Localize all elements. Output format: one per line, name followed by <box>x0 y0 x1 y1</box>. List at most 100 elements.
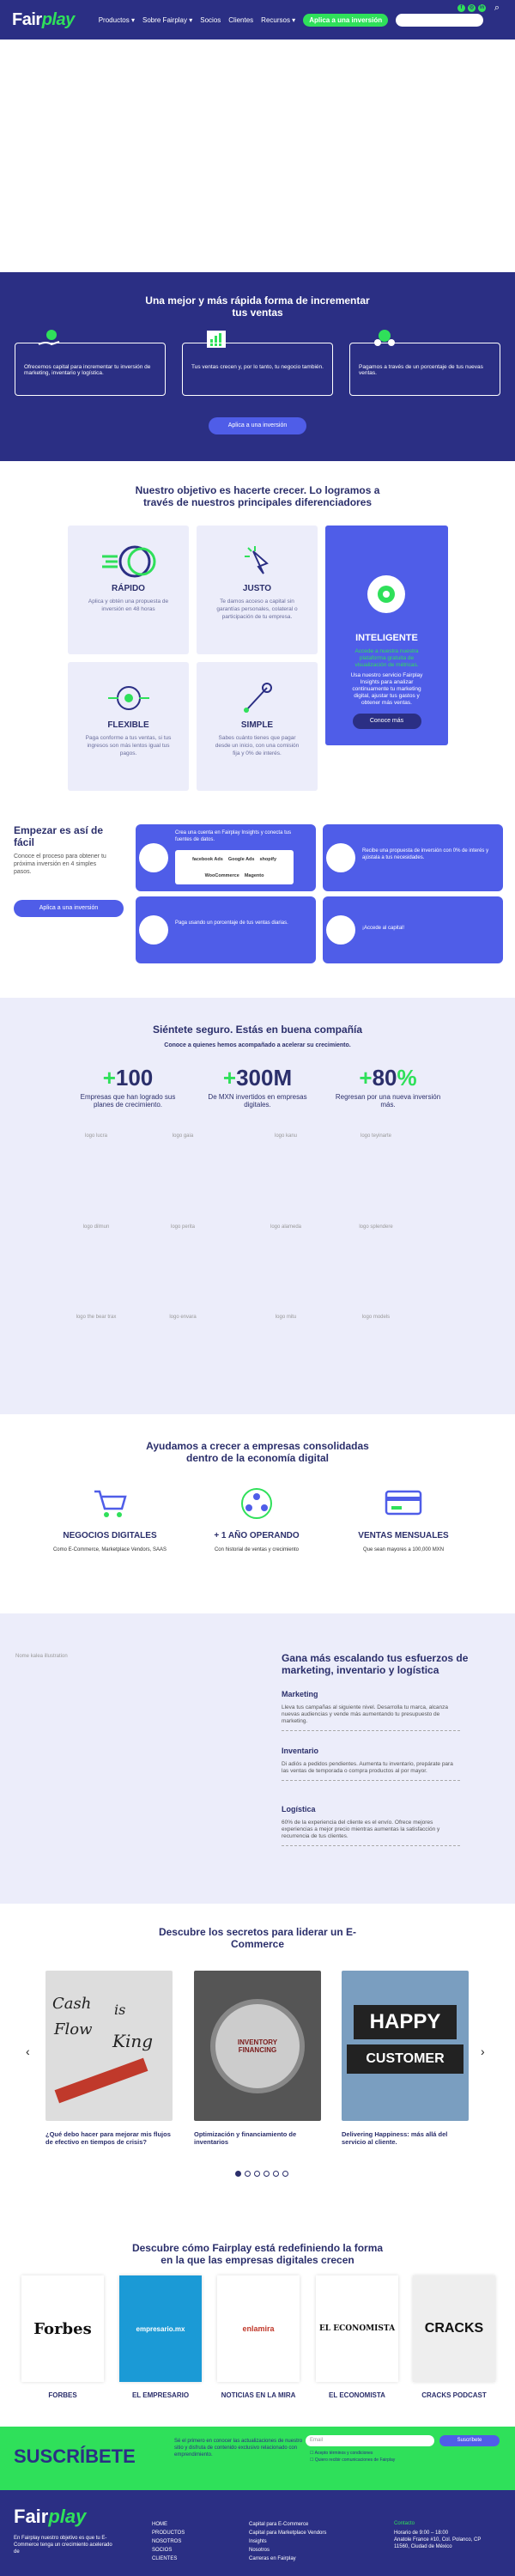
footer-link[interactable]: SOCIOS <box>152 2546 185 2555</box>
footer-link[interactable]: HOME <box>152 2520 185 2529</box>
blog-post[interactable]: Cash Flow is King ¿Qué debo hacer para m… <box>45 1971 173 2146</box>
carousel-dot[interactable] <box>264 2171 270 2177</box>
document-icon <box>326 843 355 872</box>
benefits-title: Una mejor y más rápida forma de incremen… <box>145 295 370 319</box>
blog-section: Descubre los secretos para liderar un E-… <box>0 1904 515 2242</box>
client-logo: logo splendere <box>359 1224 393 1230</box>
benefit-card: Tus ventas crecen y, por lo tanto, tu ne… <box>182 343 333 396</box>
target-icon <box>107 686 149 710</box>
footer-link[interactable]: Nosotros <box>249 2546 326 2555</box>
client-logo: logo alameda <box>270 1224 302 1230</box>
client-logo: logo gaia <box>172 1133 194 1139</box>
objective-section: Nuestro objetivo es hacerte crecer. Lo l… <box>0 461 515 998</box>
footer-logo[interactable]: Fairplay <box>14 2506 86 2528</box>
linkedin-icon[interactable]: in <box>478 4 486 12</box>
simple-icon <box>243 683 272 713</box>
logo[interactable]: Fairplay <box>12 10 75 30</box>
blog-post[interactable]: HAPPY CUSTOMER Delivering Happiness: más… <box>342 1971 469 2146</box>
trust-title: Siéntete seguro. Estás en buena compañía <box>152 1024 363 1036</box>
client-logo: logo lucra <box>84 1133 107 1139</box>
brain-gear-icon <box>367 575 405 613</box>
grow-section: Nome kalea illustration Gana más escalan… <box>0 1613 515 1904</box>
carousel-dot[interactable] <box>282 2171 288 2177</box>
footer-link[interactable]: PRODUCTOS <box>152 2529 185 2537</box>
client-logo: logo perita <box>170 1224 196 1230</box>
benefit-card: Ofrecemos capital para incrementar tu in… <box>15 343 166 396</box>
prev-arrow-icon[interactable]: ‹ <box>26 2044 30 2058</box>
step-1: Crea una cuenta en Fairplay Insights y c… <box>136 824 316 891</box>
benefits-section: Una mejor y más rápida forma de incremen… <box>0 272 515 461</box>
login-button[interactable]: Login Fairplay Insights <box>396 13 483 27</box>
search-icon[interactable]: ⌕ <box>494 3 500 14</box>
facebook-icon[interactable]: f <box>457 4 465 12</box>
card-justo: JUSTO Te damos acceso a capital sin gara… <box>197 526 318 654</box>
apply-button[interactable]: Aplica a una inversión <box>303 13 389 27</box>
subscribe-button[interactable]: Suscríbete <box>439 2435 500 2446</box>
client-logo: logo envara <box>169 1315 197 1320</box>
stat-invested: +300M De MXN invertidos en empresas digit… <box>208 1065 307 1109</box>
consolidated-title: Ayudamos a crecer a empresas consolidada… <box>146 1440 369 1464</box>
card-simple: SIMPLE Sabes cuánto tienes que pagar des… <box>197 662 318 791</box>
card-rapido: RÁPIDO Aplica y obtén una propuesta de i… <box>68 526 189 654</box>
apply-button[interactable]: Aplica a una inversión <box>209 417 306 434</box>
carousel-dot[interactable] <box>273 2171 279 2177</box>
main-nav: Productos ▾ Sobre Fairplay ▾ Socios Clie… <box>99 13 483 27</box>
client-logo: logo teyinarte <box>360 1133 392 1139</box>
speed-icon <box>101 545 155 578</box>
subscribe-title: SUSCRÍBETE <box>14 2445 136 2467</box>
accordion-logistica[interactable]: Logística 60% de la experiencia del clien… <box>282 1805 460 1846</box>
terms-checkbox[interactable]: ☐ Acepto términos y condiciones <box>310 2451 373 2456</box>
accordion-inventario[interactable]: Inventario Di adiós a pedidos pendientes.… <box>282 1747 460 1781</box>
benefit-card: Pagamos a través de un porcentaje de tus… <box>349 343 500 396</box>
site-header: Fairplay Productos ▾ Sobre Fairplay ▾ So… <box>0 0 515 39</box>
email-input[interactable]: Email <box>306 2435 434 2446</box>
nav-recursos[interactable]: Recursos ▾ <box>261 16 295 24</box>
start-title: Empezar es así de fácil <box>14 824 104 848</box>
press-economista[interactable]: EL ECONOMISTA EL ECONOMISTA <box>316 2275 398 2399</box>
comms-checkbox[interactable]: ☐ Quiero recibir comunicaciones de Fairp… <box>310 2458 395 2463</box>
press-forbes[interactable]: Forbes FORBES <box>21 2275 104 2399</box>
footer-link[interactable]: Capital para Marketplace Vendors <box>249 2529 326 2537</box>
press-empresario[interactable]: empresario.mx EL EMPRESARIO <box>119 2275 202 2399</box>
consolidated-section: Ayudamos a crecer a empresas consolidada… <box>0 1414 515 1613</box>
client-logo: logo dilmun <box>82 1224 110 1230</box>
nav-productos[interactable]: Productos ▾ <box>99 16 135 24</box>
cat-digital: NEGOCIOS DIGITALES Como E-Commerce, Mark… <box>50 1486 170 1553</box>
carousel-dot[interactable] <box>235 2171 241 2177</box>
footer-link[interactable]: NOSOTROS <box>152 2537 185 2546</box>
nav-socios[interactable]: Socios <box>200 16 221 24</box>
start-desc: Conoce el proceso para obtener tu próxim… <box>14 854 106 875</box>
nav-clientes[interactable]: Clientes <box>228 16 253 24</box>
social-links: f ◎ in <box>457 4 486 12</box>
step-4: ¡Accede al capital! <box>323 896 503 963</box>
footer-link[interactable]: Capital para E-Commerce <box>249 2520 326 2529</box>
carousel-dots <box>235 2171 288 2177</box>
instagram-icon[interactable]: ◎ <box>468 4 476 12</box>
accordion-marketing[interactable]: Marketing Lleva tus campañas al siguiente… <box>282 1690 460 1731</box>
press-cracks[interactable]: CRACKS CRACKS PODCAST <box>413 2275 495 2399</box>
blog-post[interactable]: INVENTORY FINANCING Optimización y finan… <box>194 1971 321 2146</box>
nav-sobre-fairplay[interactable]: Sobre Fairplay ▾ <box>142 16 192 24</box>
client-logo: logo mitu <box>275 1315 297 1320</box>
carousel-dot[interactable] <box>245 2171 251 2177</box>
trust-section: Siéntete seguro. Estás en buena compañía… <box>0 998 515 1414</box>
press-enlamira[interactable]: enlamira NOTICIAS EN LA MIRA <box>217 2275 300 2399</box>
client-logo: logo kanu <box>274 1133 298 1139</box>
footer-link[interactable]: Carreras en Fairplay <box>249 2555 326 2563</box>
footer-contact: Contacto Horario de 9:00 – 18:00 Anatole F… <box>394 2521 482 2549</box>
receipt-icon <box>139 915 168 945</box>
grow-title: Gana más escalando tus esfuerzos de mark… <box>282 1652 469 1676</box>
apply-button[interactable]: Aplica a una inversión <box>14 900 124 917</box>
account-icon <box>139 843 168 872</box>
trust-subtitle: Conoce a quienes hemos acompañado a acel… <box>164 1042 351 1048</box>
objective-title: Nuestro objetivo es hacerte crecer. Lo l… <box>135 484 380 508</box>
learn-more-button[interactable]: Conoce más <box>352 714 421 729</box>
next-arrow-icon[interactable]: › <box>481 2044 485 2058</box>
footer-link[interactable]: CLIENTES <box>152 2555 185 2563</box>
cursor-icon <box>244 546 269 574</box>
blog-title: Descubre los secretos para liderar un E-… <box>158 1926 357 1950</box>
footer-link[interactable]: Insights <box>249 2537 326 2546</box>
cat-sales: VENTAS MENSUALES Que sean mayores a 100,… <box>343 1486 464 1553</box>
step-3: Paga usando un porcentaje de tus ventas … <box>136 896 316 963</box>
carousel-dot[interactable] <box>254 2171 260 2177</box>
